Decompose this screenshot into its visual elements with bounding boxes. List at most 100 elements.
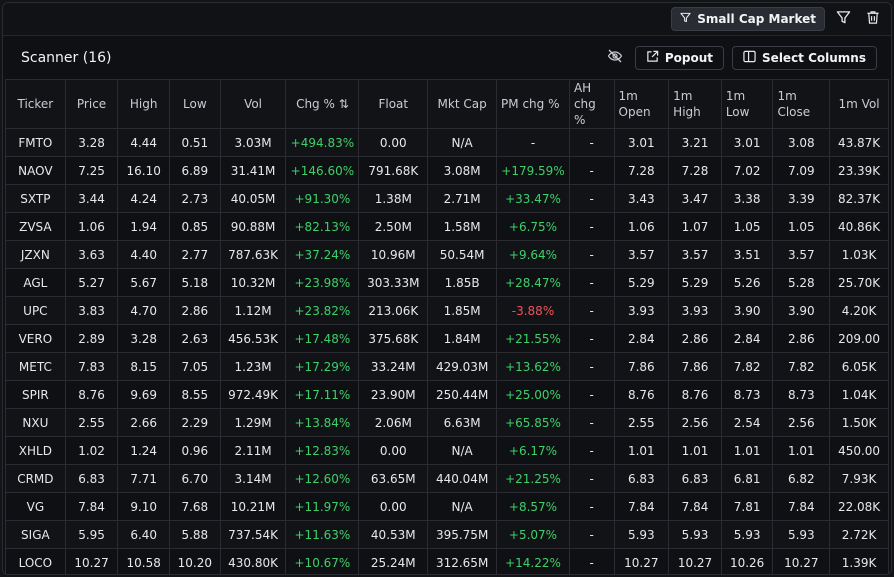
table-cell: 16.10 — [117, 156, 171, 185]
table-cell: 7.82 — [772, 352, 831, 381]
table-row[interactable]: UPC 3.83 4.70 2.86 1.12M +23.82% 213.06K 1.85M -… — [5, 296, 889, 325]
table-cell: 0.85 — [169, 212, 221, 241]
top-toolbar: Small Cap Market — [3, 3, 891, 36]
table-cell: 22.08K — [829, 492, 889, 521]
table-cell: 312.65M — [427, 548, 498, 574]
table-cell: 10.32M — [219, 268, 287, 297]
table-cell: 10.20 — [169, 548, 221, 574]
column-header[interactable]: AH chg % — [568, 79, 615, 129]
table-cell: 3.14M — [219, 464, 287, 493]
table-cell: 3.63 — [64, 240, 119, 269]
column-header[interactable]: 1m High — [668, 79, 722, 129]
column-header[interactable]: 1m Open — [613, 79, 670, 129]
column-header[interactable]: 1m Vol — [829, 79, 889, 129]
table-row[interactable]: SXTP 3.44 4.24 2.73 40.05M +91.30% 1.38M 2.71M +… — [5, 184, 889, 213]
table-cell: - — [568, 156, 615, 185]
table-cell: NXU — [5, 408, 66, 437]
table-row[interactable]: JZXN 3.63 4.40 2.77 787.63K +37.24% 10.96M 50.5… — [5, 240, 889, 269]
table-cell: 10.96M — [358, 240, 429, 269]
table-cell: 2.06M — [358, 408, 429, 437]
table-cell: 40.53M — [358, 520, 429, 549]
table-row[interactable]: ZVSA 1.06 1.94 0.85 90.88M +82.13% 2.50M 1.58M +… — [5, 212, 889, 241]
table-cell: 5.93 — [772, 520, 831, 549]
table-cell: SIGA — [5, 520, 66, 549]
table-cell: SXTP — [5, 184, 66, 213]
table-cell: 10.27 — [613, 548, 670, 574]
table-cell: +13.62% — [496, 352, 570, 381]
table-cell: 6.83 — [668, 464, 722, 493]
column-header[interactable]: Chg % ⇅ — [285, 79, 360, 129]
table-cell: 8.76 — [64, 380, 119, 409]
table-cell: 50.54M — [427, 240, 498, 269]
table-cell: 0.00 — [358, 436, 429, 465]
table-cell: 4.40 — [117, 240, 171, 269]
column-header[interactable]: Mkt Cap — [427, 79, 498, 129]
table-row[interactable]: VERO 2.89 3.28 2.63 456.53K +17.48% 375.68K 1.8… — [5, 324, 889, 353]
table-row[interactable]: METC 7.83 8.15 7.05 1.23M +17.29% 33.24M 429.03… — [5, 352, 889, 381]
table-cell: +17.48% — [285, 324, 360, 353]
table-row[interactable]: SIGA 5.95 6.40 5.88 737.54K +11.63% 40.53M 395.… — [5, 520, 889, 549]
table-cell: 303.33M — [358, 268, 429, 297]
table-cell: +14.22% — [496, 548, 570, 574]
table-row[interactable]: VG 7.84 9.10 7.68 10.21M +11.97% 0.00 N/A +8.57%… — [5, 492, 889, 521]
table-cell: +33.47% — [496, 184, 570, 213]
column-header[interactable]: Price — [64, 79, 119, 129]
table-cell: 7.28 — [668, 156, 722, 185]
table-row[interactable]: AGL 5.27 5.67 5.18 10.32M +23.98% 303.33M 1.85B… — [5, 268, 889, 297]
column-header[interactable]: Ticker — [5, 79, 66, 129]
table-cell: 5.18 — [169, 268, 221, 297]
table-cell: 3.51 — [720, 240, 774, 269]
table-cell: VG — [5, 492, 66, 521]
table-cell: FMTO — [5, 128, 66, 157]
filter-button[interactable] — [831, 7, 855, 31]
table-row[interactable]: CRMD 6.83 7.71 6.70 3.14M +12.60% 63.65M 440.04… — [5, 464, 889, 493]
table-cell: VERO — [5, 324, 66, 353]
table-cell: 1.85B — [427, 268, 498, 297]
hide-toggle-button[interactable] — [603, 46, 627, 70]
table-cell: 10.58 — [117, 548, 171, 574]
table-cell: 2.54 — [720, 408, 774, 437]
table-cell: +23.82% — [285, 296, 360, 325]
small-cap-market-preset-button[interactable]: Small Cap Market — [671, 7, 825, 31]
table-cell: +6.17% — [496, 436, 570, 465]
table-cell: - — [568, 128, 615, 157]
table-cell: JZXN — [5, 240, 66, 269]
header-row: Ticker Price High Low Vol Chg % ⇅ Float … — [5, 79, 889, 129]
column-header[interactable]: High — [117, 79, 171, 129]
table-cell: 40.05M — [219, 184, 287, 213]
table-cell: 1.06 — [64, 212, 119, 241]
table-cell: 3.47 — [668, 184, 722, 213]
table-cell: 7.86 — [668, 352, 722, 381]
table-cell: 1.01 — [613, 436, 670, 465]
table-row[interactable]: NAOV 7.25 16.10 6.89 31.41M +146.60% 791.68K 3.… — [5, 156, 889, 185]
column-header[interactable]: Vol — [219, 79, 287, 129]
table-cell: 3.83 — [64, 296, 119, 325]
external-link-icon — [646, 50, 659, 66]
table-cell: 972.49K — [219, 380, 287, 409]
column-header[interactable]: PM chg % — [496, 79, 570, 129]
table-cell: 90.88M — [219, 212, 287, 241]
table-cell: 8.55 — [169, 380, 221, 409]
table-cell: 7.05 — [169, 352, 221, 381]
table-cell: 1.05 — [772, 212, 831, 241]
column-header[interactable]: Low — [169, 79, 221, 129]
delete-button[interactable] — [861, 7, 885, 31]
scanner-table-container[interactable]: Ticker Price High Low Vol Chg % ⇅ Float … — [5, 79, 889, 574]
table-row[interactable]: XHLD 1.02 1.24 0.96 2.11M +12.83% 0.00 N/A +6.17… — [5, 436, 889, 465]
table-cell: 395.75M — [427, 520, 498, 549]
column-header[interactable]: 1m Close — [772, 79, 831, 129]
select-columns-button[interactable]: Select Columns — [732, 46, 877, 70]
column-header[interactable]: Float — [358, 79, 429, 129]
table-cell: +65.85% — [496, 408, 570, 437]
table-row[interactable]: LOCO 10.27 10.58 10.20 430.80K +10.67% 25.24M 3… — [5, 548, 889, 574]
table-cell: - — [568, 464, 615, 493]
popout-button[interactable]: Popout — [634, 46, 725, 70]
table-row[interactable]: FMTO 3.28 4.44 0.51 3.03M +494.83% 0.00 N/A - -3.… — [5, 128, 889, 157]
scanner-window: Small Cap Market Scanner (16) Popout Sel… — [2, 2, 892, 575]
table-row[interactable]: SPIR 8.76 9.69 8.55 972.49K +17.11% 23.90M 250.… — [5, 380, 889, 409]
table-cell: 7.84 — [613, 492, 670, 521]
column-header[interactable]: 1m Low — [720, 79, 774, 129]
table-cell: 5.26 — [720, 268, 774, 297]
table-cell: 9.69 — [117, 380, 171, 409]
table-row[interactable]: NXU 2.55 2.66 2.29 1.29M +13.84% 2.06M 6.63M +65… — [5, 408, 889, 437]
